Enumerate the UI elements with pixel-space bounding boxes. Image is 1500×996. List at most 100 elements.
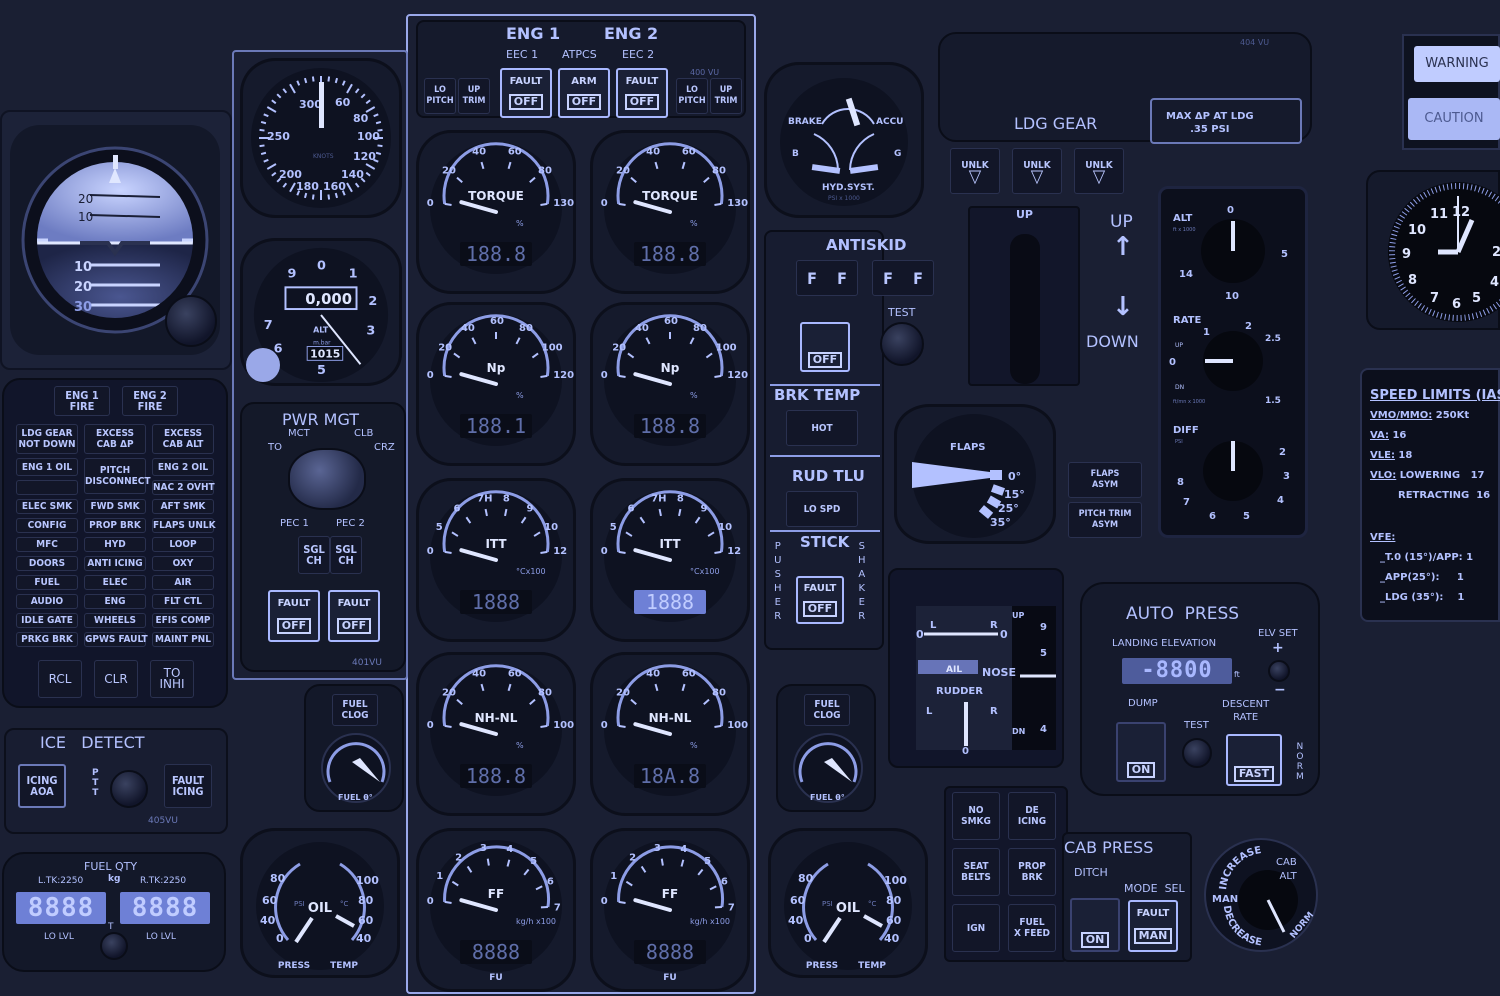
ff-tick-label: 7	[554, 902, 561, 913]
gear-unlk-light-1[interactable]: UNLK▽	[950, 148, 1000, 194]
fuel-temp-left-label: FUEL θ°	[338, 793, 373, 802]
ign-light[interactable]: IGN	[952, 904, 1000, 952]
antiskid-f1-light[interactable]: FF	[796, 260, 858, 296]
gear-unlk-light-3[interactable]: UNLK▽	[1074, 148, 1124, 194]
fuel-qty-panel: FUEL QTY kg L.TK:2250 R.TK:2250 8888 888…	[2, 852, 226, 972]
eng1-fire-light[interactable]: ENG 1 FIRE	[54, 386, 110, 416]
brk-temp-hot-light[interactable]: HOT	[786, 410, 858, 446]
ditch-on-button[interactable]: ON	[1070, 898, 1120, 952]
icing-aoa-light[interactable]: ICING AOA	[18, 764, 66, 808]
pusher-label: P U S H E R	[774, 540, 782, 624]
eng2-lo-pitch-light[interactable]: LO PITCH	[676, 78, 708, 114]
prop-brk-light[interactable]: PROP BRK	[1008, 848, 1056, 896]
ff-tick-label: 2	[455, 852, 462, 863]
alert-light: ANTI ICING	[84, 556, 146, 571]
antiskid-test-button[interactable]	[880, 322, 924, 366]
pec1-fault-off-button[interactable]: FAULTOFF	[268, 590, 320, 642]
rud-tlu-lo-spd-light[interactable]: LO SPD	[786, 491, 858, 527]
itt-gauge-eng1: 0567H891012ITT°Cx1001888	[416, 478, 576, 642]
antiskid-off-button[interactable]: OFF	[800, 322, 850, 372]
rudder-r-label: R	[990, 706, 998, 717]
de-icing-light[interactable]: DE ICING	[1008, 792, 1056, 840]
stick-pusher-fault-off-button[interactable]: FAULTOFF	[796, 576, 844, 624]
ff-tick-label: 7	[728, 902, 735, 913]
speed-limit-row: VLO: LOWERING 17	[1370, 470, 1484, 481]
speed-limit-row: _T.0 (15°)/APP: 1	[1370, 552, 1473, 563]
atpcs-arm-off-button[interactable]: ARMOFF	[558, 68, 610, 118]
svg-text:0: 0	[1227, 205, 1234, 216]
pwr-mgt-selector-knob[interactable]	[288, 448, 366, 510]
elv-set-knob[interactable]	[1268, 660, 1290, 682]
dump-on-button[interactable]: ON	[1116, 722, 1166, 782]
clr-button[interactable]: CLR	[94, 660, 138, 698]
fuel-test-button[interactable]	[100, 932, 128, 960]
eng2-up-trim-light[interactable]: UP TRIM	[710, 78, 742, 114]
itt-tick-label: 7H	[477, 493, 492, 504]
gear-lever-up-label: UP	[1016, 208, 1033, 221]
svg-text:5: 5	[1243, 511, 1250, 522]
torque-tick-label: 0	[427, 198, 434, 209]
stick-divider	[770, 530, 880, 532]
clock-7: 7	[1430, 291, 1439, 306]
alt-label-2: 2	[368, 294, 377, 309]
adi-cage-knob[interactable]	[165, 295, 217, 347]
ff-fu-label: FU	[489, 973, 502, 983]
rcl-button[interactable]: RCL	[38, 660, 82, 698]
asi-label-100: 100	[357, 130, 380, 143]
fuel-clog-left-light[interactable]: FUEL CLOG	[332, 694, 378, 726]
pec2-fault-off-button[interactable]: FAULTOFF	[328, 590, 380, 642]
mode-sel-fault-man-button[interactable]: FAULTMAN	[1128, 900, 1178, 952]
eec2-label: EEC 2	[622, 48, 654, 61]
master-caution-button[interactable]: CAUTION	[1408, 98, 1500, 140]
ail-r-label: R	[990, 620, 998, 631]
fault-icing-light[interactable]: FAULT ICING	[164, 764, 212, 808]
rudder-zero-label: 0	[962, 746, 969, 757]
torque-tick-label: 20	[616, 166, 630, 177]
eec2-fault-off-button[interactable]: FAULTOFF	[616, 68, 668, 118]
pitch-trim-asym-light[interactable]: PITCH TRIM ASYM	[1068, 502, 1142, 538]
asi-label-200: 200	[279, 168, 302, 181]
oil-gauge-eng2: 0406080406080100OILPSI°CPRESSTEMP	[768, 828, 928, 978]
descent-rate-fast-button[interactable]: FAST	[1226, 734, 1282, 786]
to-inhi-button[interactable]: TO INHI	[150, 660, 194, 698]
eng2-fire-light[interactable]: ENG 2 FIRE	[122, 386, 178, 416]
eec1-off: OFF	[509, 94, 543, 110]
ptt-button[interactable]	[110, 770, 148, 808]
eec1-fault-off-button[interactable]: FAULTOFF	[500, 68, 552, 118]
no-smoking-light[interactable]: NO SMKG	[952, 792, 1000, 840]
np-tick-label: 100	[716, 342, 737, 353]
master-warning-button[interactable]: WARNING	[1414, 46, 1500, 82]
pec2-sgl-ch-light[interactable]: SGL CH	[330, 536, 362, 574]
fuel-qty-unit: kg	[108, 874, 120, 884]
np-tick-label: 0	[601, 370, 608, 381]
itt-tick-label: 7H	[651, 493, 666, 504]
itt-gauge-eng2: 0567H891012ITT°Cx1001888	[590, 478, 750, 642]
eng-panel-vu: 400 VU	[690, 68, 719, 77]
antiskid-f2-light[interactable]: FF	[872, 260, 934, 296]
baro-knob[interactable]	[246, 348, 280, 382]
fuel-clog-right-light[interactable]: FUEL CLOG	[804, 694, 850, 726]
gear-unlk-light-2[interactable]: UNLK▽	[1012, 148, 1062, 194]
auto-press-test-button[interactable]	[1182, 738, 1212, 768]
nhnl-tick-label: 80	[712, 688, 726, 699]
oil-psi-unit: PSI	[822, 900, 833, 908]
alert-light: MAINT PNL	[152, 632, 214, 647]
flaps-asym-light[interactable]: FLAPS ASYM	[1068, 462, 1142, 498]
nhnl-gauge-eng2: 020406080100NH-NL%18A.8	[590, 652, 750, 816]
fuel-xfeed-light[interactable]: FUEL X FEED	[1008, 904, 1056, 952]
dump-on: ON	[1127, 762, 1156, 778]
seat-belts-light[interactable]: SEAT BELTS	[952, 848, 1000, 896]
ff-tick-label: 6	[721, 877, 728, 888]
pec1-sgl-ch-light[interactable]: SGL CH	[298, 536, 330, 574]
eng1-lo-pitch-light[interactable]: LO PITCH	[424, 78, 456, 114]
cab-alt-selector[interactable]: INCREASE DECREASE MAN NORM	[1204, 838, 1318, 952]
gear-lever[interactable]	[1010, 234, 1040, 384]
nhnl-tick-label: 60	[682, 669, 696, 680]
man-label: MAN	[1212, 894, 1238, 905]
svg-text:6: 6	[1209, 511, 1216, 522]
asi-face: 300 60 80 100 120 140 160 180 200 250 KN…	[240, 58, 402, 218]
ff-tick-label: 3	[480, 843, 487, 854]
alert-light: FLT CTL	[152, 594, 214, 609]
eng1-up-trim-light[interactable]: UP TRIM	[458, 78, 490, 114]
ff-tick-label: 3	[654, 843, 661, 854]
